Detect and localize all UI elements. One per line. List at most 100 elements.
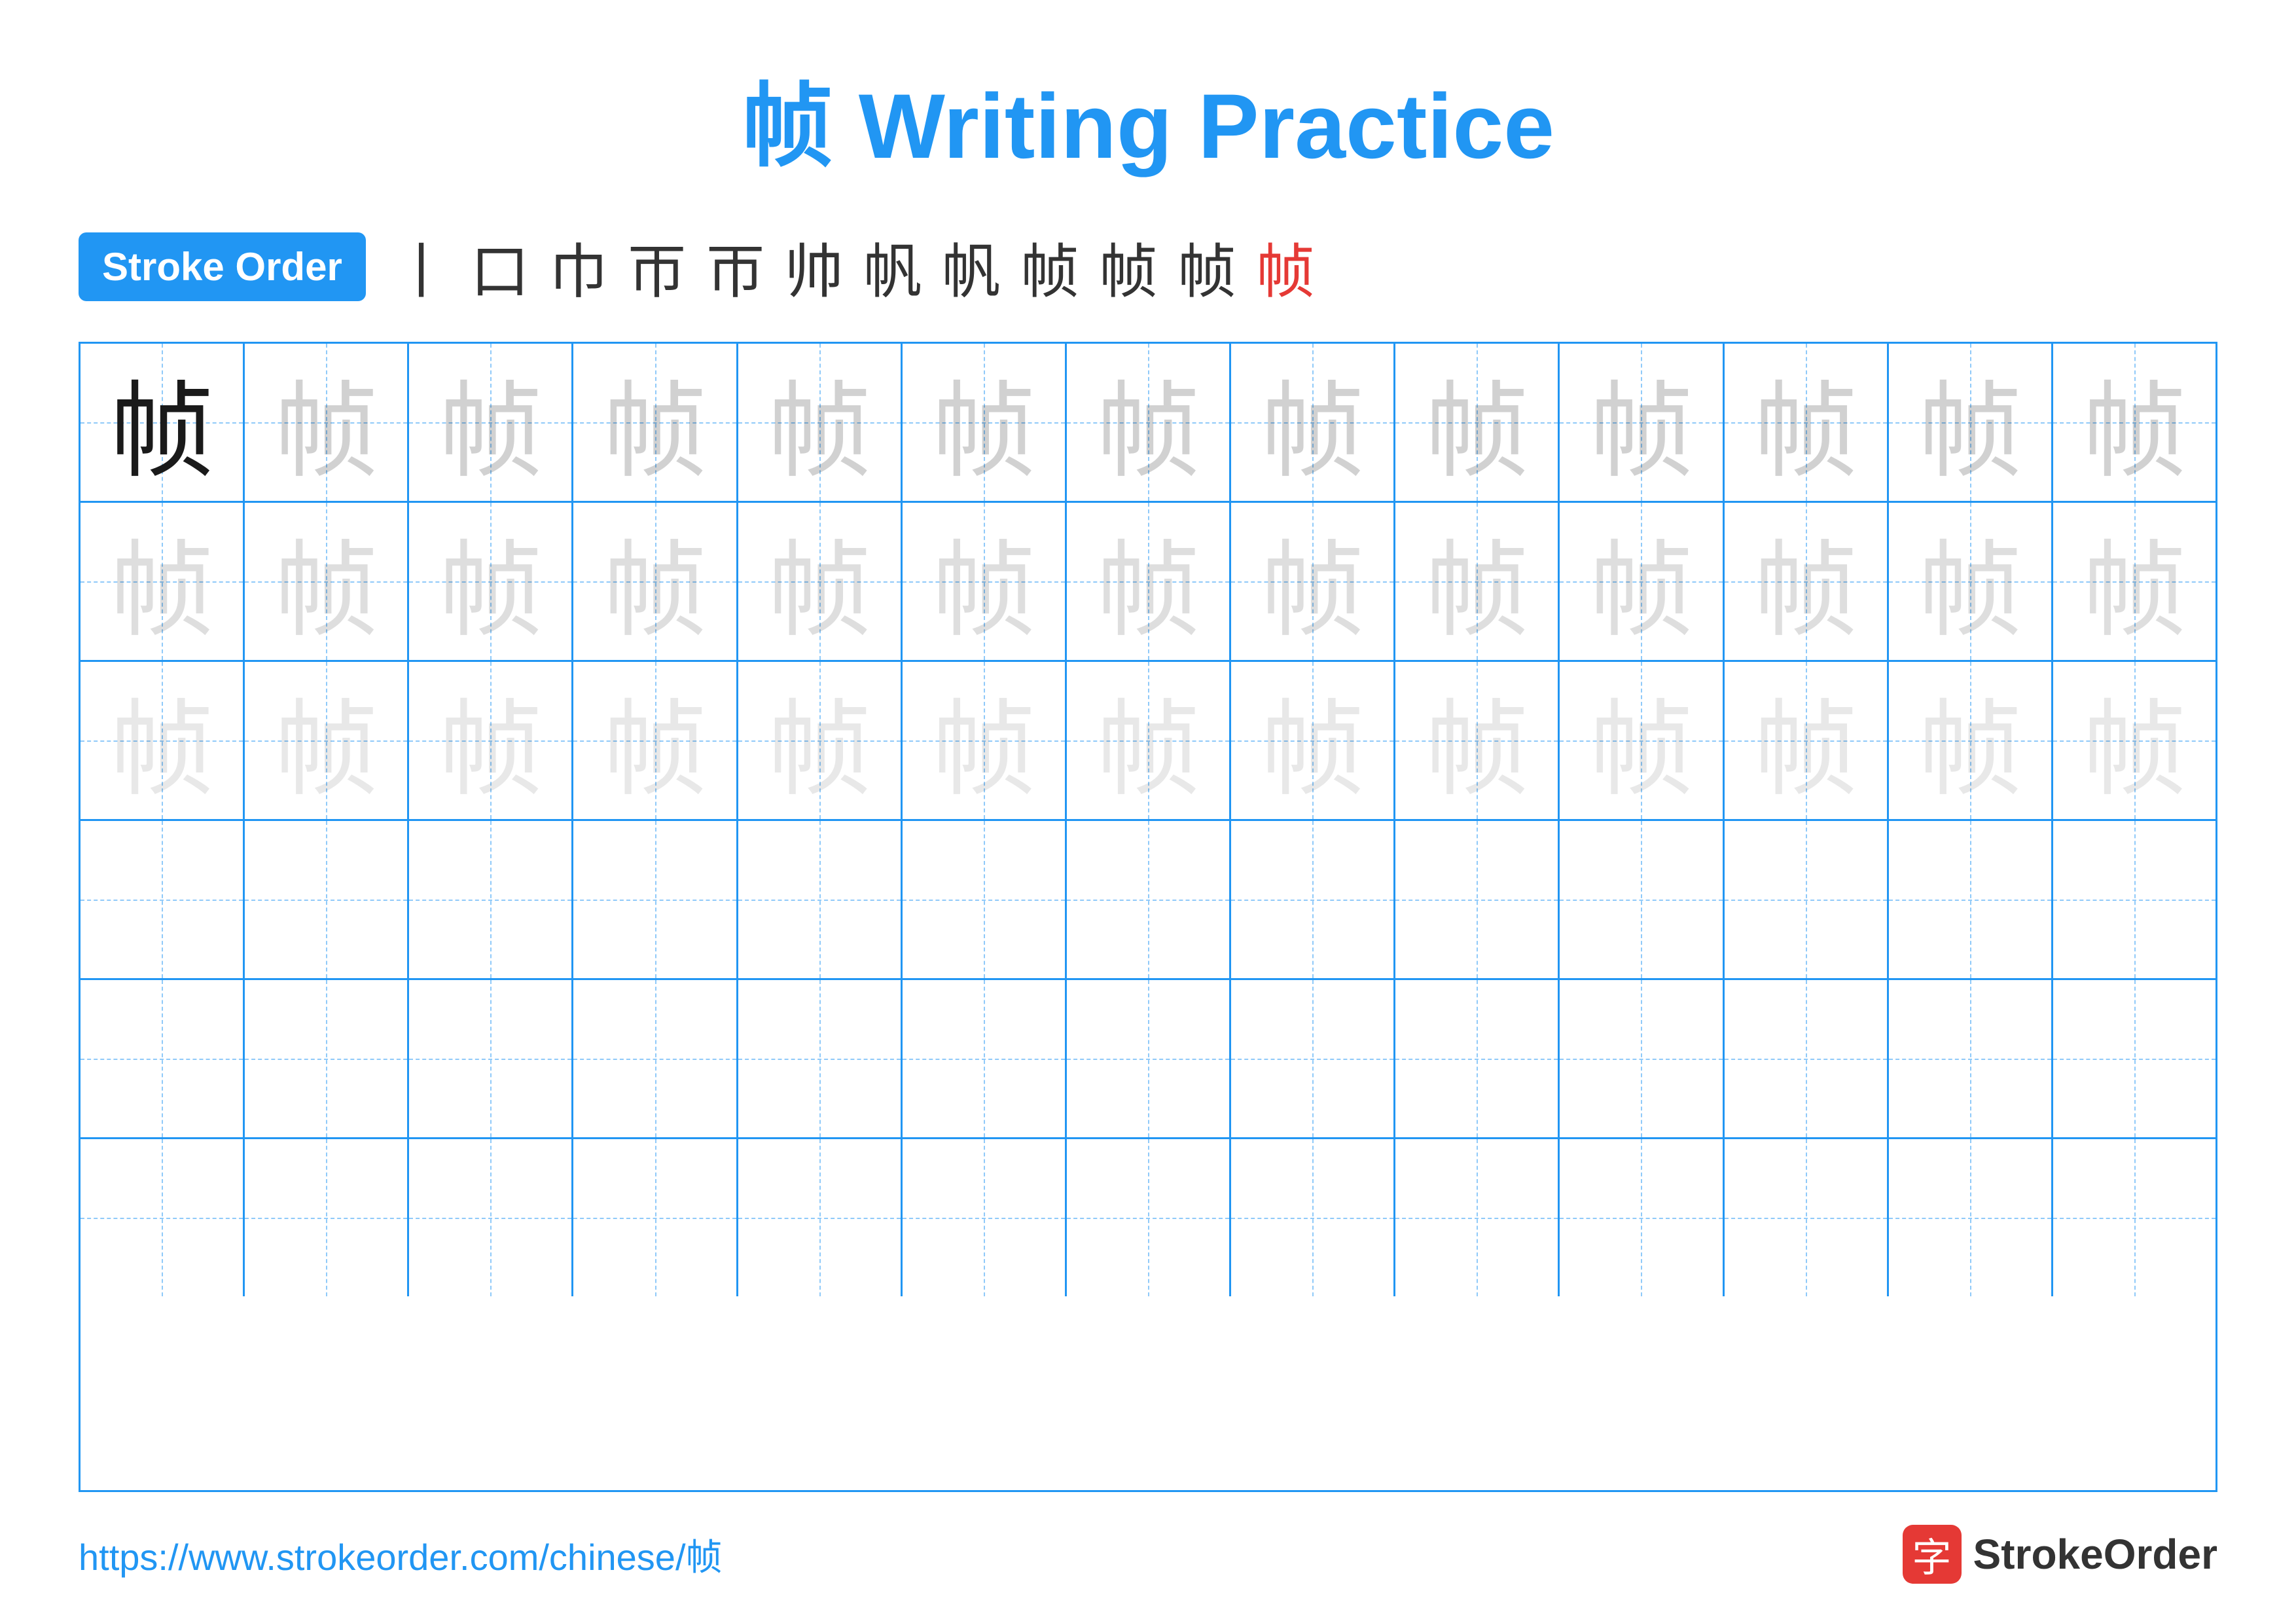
cell-char-0-0: 帧 bbox=[109, 346, 214, 498]
grid-cell-2-8[interactable]: 帧 bbox=[1395, 662, 1560, 819]
grid-cell-2-2[interactable]: 帧 bbox=[409, 662, 573, 819]
grid-cell-1-0[interactable]: 帧 bbox=[81, 503, 245, 660]
grid-cell-5-11[interactable] bbox=[1889, 1139, 2053, 1296]
cell-char-1-4: 帧 bbox=[767, 505, 872, 657]
grid-cell-0-8[interactable]: 帧 bbox=[1395, 344, 1560, 501]
grid-cell-0-3[interactable]: 帧 bbox=[573, 344, 738, 501]
grid-cell-2-0[interactable]: 帧 bbox=[81, 662, 245, 819]
grid-cell-1-5[interactable]: 帧 bbox=[903, 503, 1067, 660]
cell-char-0-7: 帧 bbox=[1260, 346, 1365, 498]
stroke-char-6: 帆 bbox=[863, 224, 922, 309]
grid-cell-3-2[interactable] bbox=[409, 821, 573, 978]
grid-cell-1-11[interactable]: 帧 bbox=[1889, 503, 2053, 660]
grid-cell-0-6[interactable]: 帧 bbox=[1067, 344, 1231, 501]
grid-cell-0-2[interactable]: 帧 bbox=[409, 344, 573, 501]
grid-cell-1-4[interactable]: 帧 bbox=[738, 503, 903, 660]
grid-cell-3-6[interactable] bbox=[1067, 821, 1231, 978]
grid-cell-2-1[interactable]: 帧 bbox=[245, 662, 409, 819]
grid-cell-5-9[interactable] bbox=[1560, 1139, 1724, 1296]
cell-char-2-8: 帧 bbox=[1424, 665, 1529, 816]
grid-cell-3-1[interactable] bbox=[245, 821, 409, 978]
grid-cell-4-11[interactable] bbox=[1889, 980, 2053, 1137]
grid-cell-0-7[interactable]: 帧 bbox=[1231, 344, 1395, 501]
grid-cell-2-3[interactable]: 帧 bbox=[573, 662, 738, 819]
grid-cell-1-2[interactable]: 帧 bbox=[409, 503, 573, 660]
grid-cell-2-5[interactable]: 帧 bbox=[903, 662, 1067, 819]
grid-cell-5-2[interactable] bbox=[409, 1139, 573, 1296]
grid-cell-5-5[interactable] bbox=[903, 1139, 1067, 1296]
cell-char-1-11: 帧 bbox=[1918, 505, 2022, 657]
grid-cell-1-10[interactable]: 帧 bbox=[1725, 503, 1889, 660]
cell-char-1-1: 帧 bbox=[274, 505, 378, 657]
grid-cell-4-2[interactable] bbox=[409, 980, 573, 1137]
grid-cell-5-4[interactable] bbox=[738, 1139, 903, 1296]
cell-char-1-9: 帧 bbox=[1588, 505, 1693, 657]
cell-char-1-2: 帧 bbox=[438, 505, 543, 657]
grid-cell-0-1[interactable]: 帧 bbox=[245, 344, 409, 501]
grid-cell-5-3[interactable] bbox=[573, 1139, 738, 1296]
grid-cell-2-4[interactable]: 帧 bbox=[738, 662, 903, 819]
grid-cell-4-0[interactable] bbox=[81, 980, 245, 1137]
grid-cell-5-1[interactable] bbox=[245, 1139, 409, 1296]
grid-cell-3-0[interactable] bbox=[81, 821, 245, 978]
grid-cell-4-9[interactable] bbox=[1560, 980, 1724, 1137]
cell-char-0-10: 帧 bbox=[1753, 346, 1858, 498]
cell-char-1-12: 帧 bbox=[2082, 505, 2187, 657]
grid-cell-4-10[interactable] bbox=[1725, 980, 1889, 1137]
page-title: 帧 Writing Practice bbox=[742, 52, 1554, 185]
grid-cell-3-10[interactable] bbox=[1725, 821, 1889, 978]
grid-cell-0-11[interactable]: 帧 bbox=[1889, 344, 2053, 501]
grid-cell-1-12[interactable]: 帧 bbox=[2053, 503, 2215, 660]
stroke-order-chars: 丨口巾帀帀帅帆帆帧帧帧帧 bbox=[392, 224, 1315, 309]
grid-cell-2-10[interactable]: 帧 bbox=[1725, 662, 1889, 819]
grid-cell-2-6[interactable]: 帧 bbox=[1067, 662, 1231, 819]
grid-cell-0-0[interactable]: 帧 bbox=[81, 344, 245, 501]
grid-cell-3-7[interactable] bbox=[1231, 821, 1395, 978]
grid-cell-2-9[interactable]: 帧 bbox=[1560, 662, 1724, 819]
grid-cell-0-10[interactable]: 帧 bbox=[1725, 344, 1889, 501]
grid-cell-1-7[interactable]: 帧 bbox=[1231, 503, 1395, 660]
grid-cell-4-12[interactable] bbox=[2053, 980, 2215, 1137]
stroke-char-4: 帀 bbox=[706, 224, 765, 309]
cell-char-2-1: 帧 bbox=[274, 665, 378, 816]
grid-cell-3-12[interactable] bbox=[2053, 821, 2215, 978]
grid-cell-4-4[interactable] bbox=[738, 980, 903, 1137]
grid-cell-2-7[interactable]: 帧 bbox=[1231, 662, 1395, 819]
grid-cell-4-1[interactable] bbox=[245, 980, 409, 1137]
footer-url[interactable]: https://www.strokeorder.com/chinese/帧 bbox=[79, 1528, 723, 1581]
grid-cell-0-9[interactable]: 帧 bbox=[1560, 344, 1724, 501]
grid-cell-3-11[interactable] bbox=[1889, 821, 2053, 978]
grid-cell-3-4[interactable] bbox=[738, 821, 903, 978]
grid-cell-5-10[interactable] bbox=[1725, 1139, 1889, 1296]
grid-cell-0-4[interactable]: 帧 bbox=[738, 344, 903, 501]
grid-cell-5-12[interactable] bbox=[2053, 1139, 2215, 1296]
grid-cell-4-7[interactable] bbox=[1231, 980, 1395, 1137]
grid-cell-5-6[interactable] bbox=[1067, 1139, 1231, 1296]
grid-cell-0-12[interactable]: 帧 bbox=[2053, 344, 2215, 501]
grid-cell-4-8[interactable] bbox=[1395, 980, 1560, 1137]
cell-char-1-8: 帧 bbox=[1424, 505, 1529, 657]
grid-cell-4-6[interactable] bbox=[1067, 980, 1231, 1137]
grid-cell-1-6[interactable]: 帧 bbox=[1067, 503, 1231, 660]
grid-cell-1-1[interactable]: 帧 bbox=[245, 503, 409, 660]
grid-cell-1-9[interactable]: 帧 bbox=[1560, 503, 1724, 660]
grid-cell-0-5[interactable]: 帧 bbox=[903, 344, 1067, 501]
grid-cell-5-7[interactable] bbox=[1231, 1139, 1395, 1296]
grid-cell-4-3[interactable] bbox=[573, 980, 738, 1137]
grid-cell-1-8[interactable]: 帧 bbox=[1395, 503, 1560, 660]
stroke-char-3: 帀 bbox=[628, 224, 687, 309]
grid-cell-5-8[interactable] bbox=[1395, 1139, 1560, 1296]
grid-cell-3-9[interactable] bbox=[1560, 821, 1724, 978]
cell-char-2-7: 帧 bbox=[1260, 665, 1365, 816]
grid-cell-3-3[interactable] bbox=[573, 821, 738, 978]
cell-char-2-4: 帧 bbox=[767, 665, 872, 816]
grid-cell-2-12[interactable]: 帧 bbox=[2053, 662, 2215, 819]
grid-cell-4-5[interactable] bbox=[903, 980, 1067, 1137]
grid-cell-3-8[interactable] bbox=[1395, 821, 1560, 978]
grid-cell-1-3[interactable]: 帧 bbox=[573, 503, 738, 660]
grid-cell-5-0[interactable] bbox=[81, 1139, 245, 1296]
grid-cell-3-5[interactable] bbox=[903, 821, 1067, 978]
cell-char-0-6: 帧 bbox=[1096, 346, 1200, 498]
grid-cell-2-11[interactable]: 帧 bbox=[1889, 662, 2053, 819]
grid-row-3 bbox=[81, 821, 2215, 980]
